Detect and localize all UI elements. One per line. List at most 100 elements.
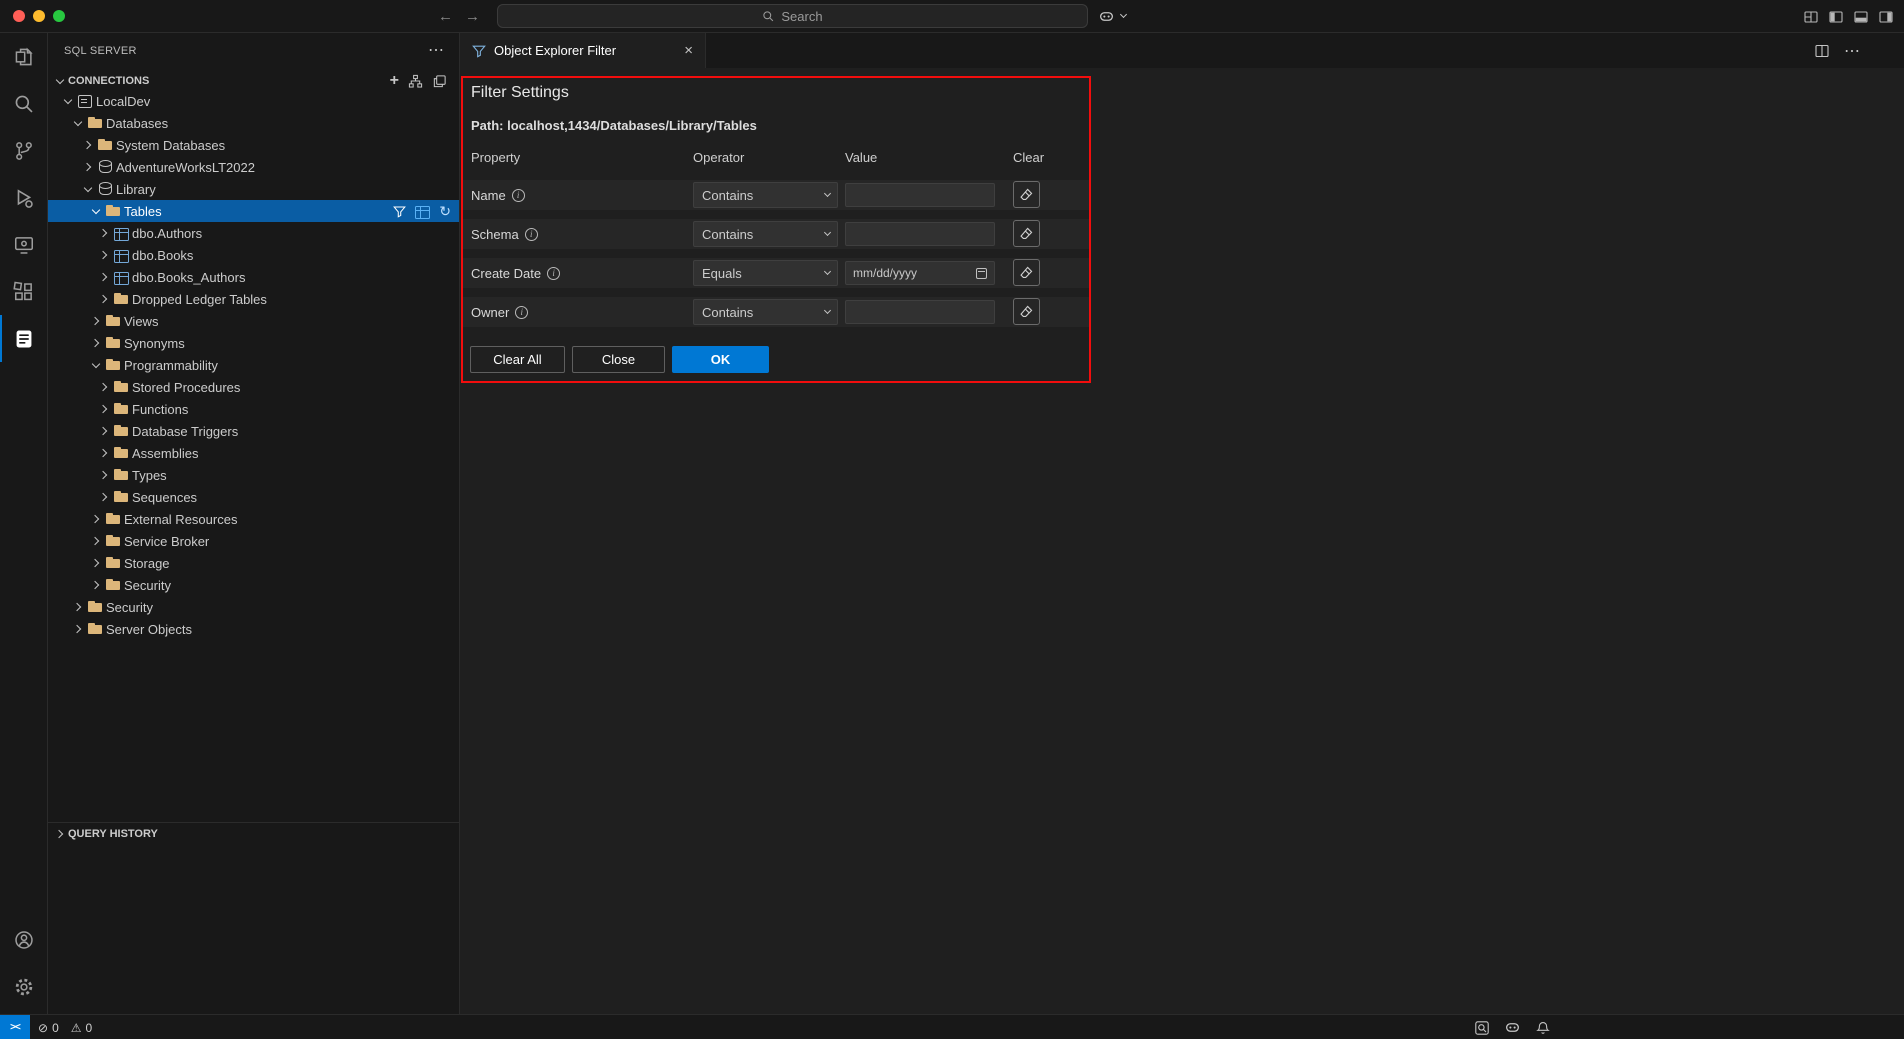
operator-select[interactable]: Contains: [693, 299, 838, 325]
chevron-right-icon[interactable]: [96, 269, 112, 285]
ok-button[interactable]: OK: [672, 346, 769, 373]
chevron-right-icon[interactable]: [96, 445, 112, 461]
close-button[interactable]: Close: [572, 346, 665, 373]
tree-item-views[interactable]: Views: [48, 310, 459, 332]
info-icon[interactable]: [515, 306, 528, 319]
operator-select[interactable]: Contains: [693, 182, 838, 208]
tab-object-explorer-filter[interactable]: Object Explorer Filter ×: [460, 33, 706, 68]
tree-item-security-db[interactable]: Security: [48, 574, 459, 596]
tree-item-functions[interactable]: Functions: [48, 398, 459, 420]
copilot-icon[interactable]: [1504, 1019, 1521, 1036]
tree-item-programmability[interactable]: Programmability: [48, 354, 459, 376]
run-debug-icon[interactable]: [0, 174, 47, 221]
chevron-down-icon[interactable]: [88, 357, 104, 373]
copilot-button[interactable]: [1098, 5, 1129, 27]
tree-item-dbo-authors[interactable]: dbo.Authors: [48, 222, 459, 244]
toggle-panel-icon[interactable]: [1853, 9, 1869, 25]
account-icon[interactable]: [0, 916, 48, 963]
add-connection-icon[interactable]: +: [390, 74, 399, 88]
value-input[interactable]: [845, 222, 995, 246]
chevron-right-icon[interactable]: [80, 137, 96, 153]
tree-item-security-server[interactable]: Security: [48, 596, 459, 618]
chevron-down-icon[interactable]: [88, 203, 104, 219]
calendar-icon[interactable]: [976, 268, 987, 279]
source-control-icon[interactable]: [0, 127, 47, 174]
remote-explorer-icon[interactable]: [0, 221, 47, 268]
tree-item-dbo-books[interactable]: dbo.Books: [48, 244, 459, 266]
toggle-secondary-sidebar-icon[interactable]: [1878, 9, 1894, 25]
zoom-icon[interactable]: [1474, 1020, 1490, 1036]
clear-row-button[interactable]: [1013, 181, 1040, 208]
chevron-down-icon[interactable]: [70, 115, 86, 131]
clear-row-button[interactable]: [1013, 259, 1040, 286]
chevron-right-icon[interactable]: [96, 247, 112, 263]
chevron-right-icon[interactable]: [52, 826, 68, 842]
close-icon[interactable]: ×: [684, 42, 693, 59]
split-editor-icon[interactable]: [1814, 43, 1830, 59]
edit-table-icon[interactable]: [413, 203, 432, 219]
chevron-right-icon[interactable]: [96, 401, 112, 417]
query-history-section-header[interactable]: QUERY HISTORY: [48, 822, 459, 844]
toggle-primary-sidebar-icon[interactable]: [1828, 9, 1844, 25]
refresh-icon[interactable]: ↻: [439, 204, 451, 218]
extensions-icon[interactable]: [0, 268, 47, 315]
window-close-button[interactable]: [13, 10, 25, 22]
back-button[interactable]: ←: [438, 8, 453, 25]
remote-indicator[interactable]: ><: [0, 1015, 30, 1039]
info-icon[interactable]: [525, 228, 538, 241]
tree-item-synonyms[interactable]: Synonyms: [48, 332, 459, 354]
tree-item-system-databases[interactable]: System Databases: [48, 134, 459, 156]
chevron-right-icon[interactable]: [70, 599, 86, 615]
problems-indicator[interactable]: ⊘ 0 ⚠ 0: [38, 1015, 92, 1039]
bell-icon[interactable]: [1535, 1020, 1551, 1036]
tree-item-service-broker[interactable]: Service Broker: [48, 530, 459, 552]
sql-server-extension-icon[interactable]: [0, 315, 47, 362]
info-icon[interactable]: [512, 189, 525, 202]
chevron-right-icon[interactable]: [96, 291, 112, 307]
tree-item-assemblies[interactable]: Assemblies: [48, 442, 459, 464]
tree-item-localdev[interactable]: LocalDev: [48, 90, 459, 112]
tree-item-dropped-ledger-tables[interactable]: Dropped Ledger Tables: [48, 288, 459, 310]
tree-item-adventureworks[interactable]: AdventureWorksLT2022: [48, 156, 459, 178]
customize-layout-icon[interactable]: [1803, 9, 1819, 25]
chevron-right-icon[interactable]: [88, 313, 104, 329]
clear-row-button[interactable]: [1013, 220, 1040, 247]
chevron-right-icon[interactable]: [88, 335, 104, 351]
tree-item-tables[interactable]: Tables ↻: [48, 200, 459, 222]
tree-item-database-triggers[interactable]: Database Triggers: [48, 420, 459, 442]
chevron-right-icon[interactable]: [80, 159, 96, 175]
tree-item-stored-procedures[interactable]: Stored Procedures: [48, 376, 459, 398]
info-icon[interactable]: [547, 267, 560, 280]
window-minimize-button[interactable]: [33, 10, 45, 22]
chevron-right-icon[interactable]: [88, 577, 104, 593]
value-input[interactable]: [845, 300, 995, 324]
tree-item-storage[interactable]: Storage: [48, 552, 459, 574]
tree-item-server-objects[interactable]: Server Objects: [48, 618, 459, 640]
collapse-all-icon[interactable]: [432, 74, 447, 89]
chevron-down-icon[interactable]: [52, 73, 68, 89]
chevron-down-icon[interactable]: [60, 93, 76, 109]
tree-item-types[interactable]: Types: [48, 464, 459, 486]
chevron-right-icon[interactable]: [88, 555, 104, 571]
operator-select[interactable]: Contains: [693, 221, 838, 247]
connections-section-header[interactable]: CONNECTIONS +: [48, 70, 459, 92]
chevron-right-icon[interactable]: [70, 621, 86, 637]
search-activity-icon[interactable]: [0, 80, 47, 127]
tree-item-external-resources[interactable]: External Resources: [48, 508, 459, 530]
forward-button[interactable]: →: [465, 8, 480, 25]
more-actions-icon[interactable]: ⋯: [1844, 41, 1860, 61]
chevron-right-icon[interactable]: [96, 467, 112, 483]
settings-gear-icon[interactable]: [0, 963, 48, 1010]
explorer-icon[interactable]: [0, 33, 47, 80]
filter-icon[interactable]: [393, 205, 406, 218]
sidebar-more-actions-icon[interactable]: ⋯: [428, 40, 444, 60]
chevron-right-icon[interactable]: [88, 533, 104, 549]
clear-all-button[interactable]: Clear All: [470, 346, 565, 373]
operator-select[interactable]: Equals: [693, 260, 838, 286]
chevron-right-icon[interactable]: [96, 489, 112, 505]
clear-row-button[interactable]: [1013, 298, 1040, 325]
tree-item-sequences[interactable]: Sequences: [48, 486, 459, 508]
chevron-right-icon[interactable]: [96, 379, 112, 395]
window-zoom-button[interactable]: [53, 10, 65, 22]
search-box[interactable]: Search: [497, 4, 1088, 28]
